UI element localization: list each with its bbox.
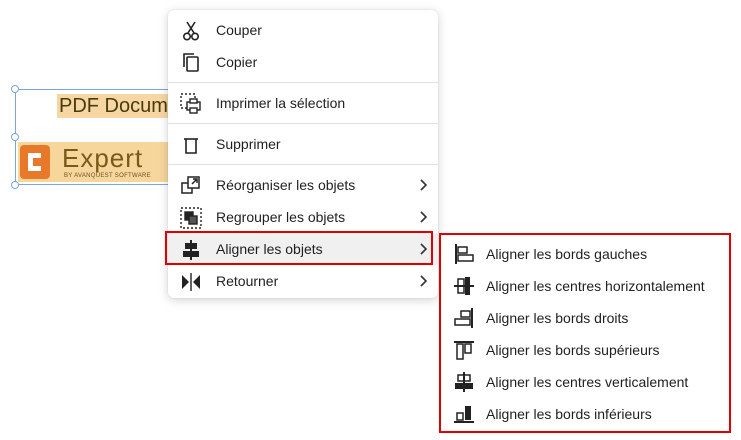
menu-item-label: Regrouper les objets bbox=[216, 209, 346, 225]
align-left-icon bbox=[453, 243, 475, 265]
menu-item-print-selection[interactable]: Imprimer la sélection bbox=[168, 87, 438, 119]
print-selection-icon bbox=[180, 93, 202, 115]
menu-divider bbox=[168, 164, 438, 165]
submenu-item-label: Aligner les centres horizontalement bbox=[486, 278, 705, 294]
submenu-item-align-bottom[interactable]: Aligner les bords inférieurs bbox=[441, 398, 729, 430]
arrange-icon bbox=[180, 175, 202, 197]
expert-logo-object[interactable]: Expert BY AVANQUEST SOFTWARE bbox=[18, 142, 170, 182]
align-submenu: Aligner les bords gauches Aligner les ce… bbox=[439, 233, 731, 433]
copy-icon bbox=[180, 52, 202, 74]
submenu-item-align-top[interactable]: Aligner les bords supérieurs bbox=[441, 334, 729, 366]
menu-item-delete[interactable]: Supprimer bbox=[168, 128, 438, 160]
trash-icon bbox=[180, 134, 202, 156]
chevron-right-icon bbox=[416, 274, 430, 288]
selection-handle-bottom-left[interactable] bbox=[11, 181, 19, 189]
selection-handle-mid-left[interactable] bbox=[11, 133, 19, 141]
menu-item-label: Supprimer bbox=[216, 136, 281, 152]
align-top-icon bbox=[453, 339, 475, 361]
menu-item-flip[interactable]: Retourner bbox=[168, 265, 438, 297]
menu-item-arrange[interactable]: Réorganiser les objets bbox=[168, 169, 438, 201]
menu-item-group[interactable]: Regrouper les objets bbox=[168, 201, 438, 233]
menu-item-label: Réorganiser les objets bbox=[216, 177, 356, 193]
submenu-item-label: Aligner les bords droits bbox=[486, 310, 629, 326]
chevron-right-icon bbox=[416, 242, 430, 256]
menu-item-align[interactable]: Aligner les objets bbox=[168, 233, 438, 265]
selection-handle-top-left[interactable] bbox=[11, 85, 19, 93]
menu-item-label: Couper bbox=[216, 22, 262, 38]
submenu-item-label: Aligner les bords inférieurs bbox=[486, 406, 652, 422]
context-menu: Couper Copier Imprimer la sélection Supp… bbox=[168, 10, 438, 298]
menu-item-label: Copier bbox=[216, 54, 258, 70]
scissors-icon bbox=[180, 20, 202, 42]
submenu-item-align-right[interactable]: Aligner les bords droits bbox=[441, 302, 729, 334]
group-icon bbox=[180, 207, 202, 229]
align-right-icon bbox=[453, 307, 475, 329]
align-icon bbox=[180, 239, 202, 261]
pdf-title-text-object[interactable]: PDF Docum bbox=[57, 94, 173, 118]
logo-mark-icon bbox=[20, 145, 50, 179]
menu-item-label: Aligner les objets bbox=[216, 241, 323, 257]
submenu-item-align-center-vertical[interactable]: Aligner les centres verticalement bbox=[441, 366, 729, 398]
submenu-item-label: Aligner les bords supérieurs bbox=[486, 342, 660, 358]
chevron-right-icon bbox=[416, 178, 430, 192]
menu-divider bbox=[168, 123, 438, 124]
submenu-item-align-left[interactable]: Aligner les bords gauches bbox=[441, 238, 729, 270]
menu-item-copy[interactable]: Copier bbox=[168, 46, 438, 78]
menu-item-cut[interactable]: Couper bbox=[168, 14, 438, 46]
menu-divider bbox=[168, 82, 438, 83]
align-center-horizontal-icon bbox=[453, 275, 475, 297]
menu-item-label: Retourner bbox=[216, 273, 279, 289]
logo-subtext: BY AVANQUEST SOFTWARE bbox=[64, 173, 151, 179]
submenu-item-label: Aligner les bords gauches bbox=[486, 246, 648, 262]
menu-item-label: Imprimer la sélection bbox=[216, 95, 346, 111]
submenu-item-label: Aligner les centres verticalement bbox=[486, 374, 689, 390]
align-bottom-icon bbox=[453, 403, 475, 425]
flip-icon bbox=[180, 271, 202, 293]
submenu-item-align-center-horizontal[interactable]: Aligner les centres horizontalement bbox=[441, 270, 729, 302]
align-center-vertical-icon bbox=[453, 371, 475, 393]
chevron-right-icon bbox=[416, 210, 430, 224]
logo-text: Expert bbox=[62, 143, 144, 173]
